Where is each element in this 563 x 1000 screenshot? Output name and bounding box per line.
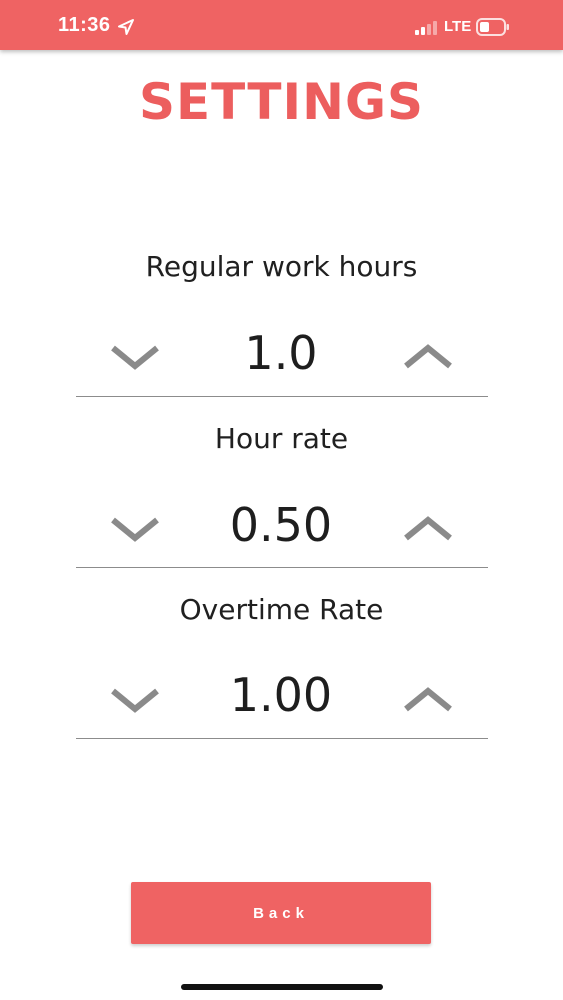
divider <box>76 567 488 568</box>
chevron-up-icon <box>404 687 452 712</box>
chevron-down-icon <box>111 345 159 370</box>
overtime-rate-increase-button[interactable] <box>398 681 458 717</box>
chevron-down-icon <box>111 688 159 713</box>
divider <box>76 738 488 739</box>
page-title: SETTINGS <box>138 73 425 131</box>
hour-rate-value: 0.50 <box>229 498 333 552</box>
setting-label-overtime-rate: Overtime Rate <box>179 593 384 626</box>
divider <box>76 396 488 397</box>
status-time: 11:36 <box>58 14 111 36</box>
chevron-down-icon <box>111 517 159 542</box>
signal-bars-icon <box>415 21 439 35</box>
regular-hours-decrease-button[interactable] <box>105 338 165 374</box>
status-bar: 11:36 LTE <box>0 0 563 50</box>
overtime-rate-decrease-button[interactable] <box>105 681 165 717</box>
setting-label-regular-work-hours: Regular work hours <box>145 250 418 283</box>
setting-label-hour-rate: Hour rate <box>214 422 349 455</box>
hour-rate-decrease-button[interactable] <box>105 510 165 546</box>
home-indicator[interactable] <box>181 984 383 990</box>
battery-icon <box>476 18 510 36</box>
overtime-rate-value: 1.00 <box>229 668 333 722</box>
back-button[interactable]: Back <box>131 882 431 944</box>
regular-hours-value: 1.0 <box>244 326 318 380</box>
chevron-up-icon <box>404 516 452 541</box>
location-arrow-icon <box>117 18 135 36</box>
hour-rate-increase-button[interactable] <box>398 510 458 546</box>
chevron-up-icon <box>404 344 452 369</box>
regular-hours-increase-button[interactable] <box>398 338 458 374</box>
network-type: LTE <box>444 18 472 35</box>
